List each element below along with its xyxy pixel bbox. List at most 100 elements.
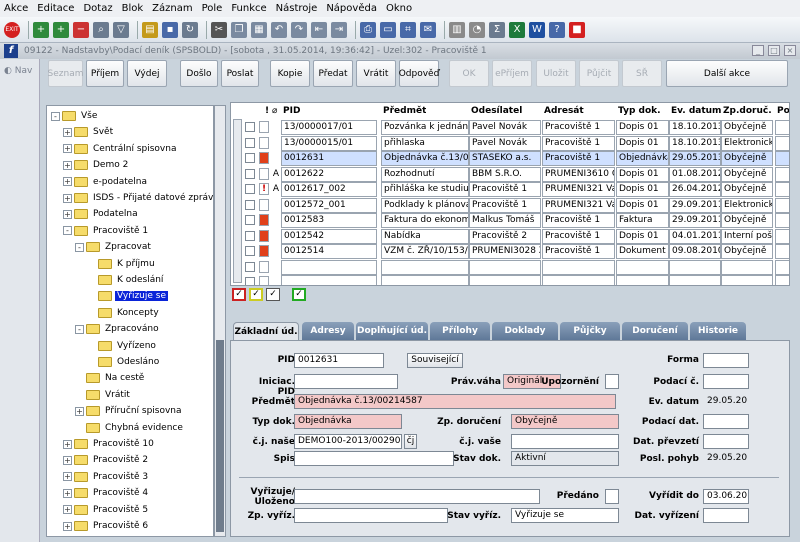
table-row[interactable]: 0012542 Nabídka Pracoviště 2 Pracoviště 1 Do… xyxy=(231,228,789,244)
tree-node[interactable]: + Pracoviště 4 xyxy=(63,485,150,501)
tree-node[interactable]: Na cestě xyxy=(75,370,146,386)
upozorneni-checkbox[interactable] xyxy=(605,374,619,389)
column-header[interactable]: ! xyxy=(263,103,269,119)
kopie-button[interactable]: Kopie xyxy=(270,60,310,87)
vyridit-do-field[interactable]: 03.06.2013 xyxy=(703,489,749,504)
new-record-icon[interactable]: + xyxy=(33,21,49,38)
table-row[interactable]: ! A 0012617_002 přihláška ke studiu Pracoviš… xyxy=(231,181,789,197)
expand-icon[interactable]: + xyxy=(75,406,84,416)
tree-node[interactable]: Koncepty xyxy=(87,305,161,321)
tree-node[interactable]: + Demo 2 xyxy=(63,157,130,173)
paste-icon[interactable]: ▦ xyxy=(251,21,267,38)
row-checkbox[interactable] xyxy=(245,215,255,225)
menu-item[interactable]: Blok xyxy=(122,3,144,14)
refresh-icon[interactable]: ↻ xyxy=(182,21,198,38)
expand-icon[interactable]: + xyxy=(63,455,72,465)
minimize-icon[interactable]: _ xyxy=(752,45,764,56)
tab[interactable]: Doručení xyxy=(622,322,688,340)
dat-prevzeti-field[interactable] xyxy=(703,434,749,449)
pujcit-button[interactable]: Půjčit xyxy=(579,60,619,87)
table-row[interactable] xyxy=(231,274,789,285)
ulozit-button[interactable]: Uložit xyxy=(536,60,576,87)
close-icon[interactable]: × xyxy=(784,45,796,56)
expand-icon[interactable]: + xyxy=(63,127,72,137)
tree-node[interactable]: + Svět xyxy=(63,124,115,140)
predano-checkbox[interactable] xyxy=(605,489,619,504)
expand-icon[interactable]: + xyxy=(63,472,72,482)
column-header[interactable]: Zp.doruč. xyxy=(721,103,772,119)
tree-node[interactable]: + Příruční spisovna xyxy=(75,403,184,419)
menu-item[interactable]: Nápověda xyxy=(326,3,377,14)
tree-node[interactable]: Vyřízeno xyxy=(87,338,158,354)
seznam-button[interactable]: Seznam xyxy=(48,60,83,87)
delete-record-icon[interactable]: − xyxy=(73,21,89,38)
column-header[interactable]: PID xyxy=(281,103,300,119)
tab[interactable]: Doklady xyxy=(492,322,558,340)
menu-item[interactable]: Záznam xyxy=(152,3,192,14)
save-icon[interactable]: ▪ xyxy=(162,21,178,38)
tree-node[interactable]: - Zpracováno xyxy=(75,321,161,337)
tab[interactable]: Historie xyxy=(690,322,746,340)
table-row[interactable]: 0012583 Faktura do ekonomickMalkus TomášP… xyxy=(231,212,789,228)
column-header[interactable]: Adresát xyxy=(542,103,584,119)
menu-item[interactable]: Nástroje xyxy=(276,3,318,14)
document-icon[interactable]: ▭ xyxy=(380,21,396,38)
predat-button[interactable]: Předat xyxy=(313,60,353,87)
menu-item[interactable]: Akce xyxy=(4,3,28,14)
folder-open-icon[interactable]: ▤ xyxy=(142,21,158,38)
forma-field[interactable] xyxy=(703,353,749,368)
menu-item[interactable]: Dotaz xyxy=(83,3,112,14)
prijem-button[interactable]: Příjem xyxy=(86,60,124,87)
table-row[interactable]: 13/0000015/01 přihlaska Pavel Novák Pracovi… xyxy=(231,135,789,151)
tree-node[interactable]: + Pracoviště 10 xyxy=(63,436,156,452)
table-row[interactable]: 0012572_001Podklady k plánováníPracovišt… xyxy=(231,197,789,213)
search-icon[interactable]: ⌕ xyxy=(93,21,109,38)
predmet-field[interactable]: Objednávka č.13/00214587 xyxy=(294,394,616,409)
expand-icon[interactable]: + xyxy=(63,488,72,498)
tree-scroll-thumb[interactable] xyxy=(216,340,224,532)
cut-icon[interactable]: ✂ xyxy=(211,21,227,38)
tree-node[interactable]: Vyřizuje se xyxy=(87,288,168,304)
expand-icon[interactable]: + xyxy=(63,521,72,531)
doslo-button[interactable]: Došlo xyxy=(180,60,218,87)
collapse-icon[interactable]: - xyxy=(63,226,72,236)
tree-node[interactable]: K příjmu xyxy=(87,256,157,272)
stop-icon[interactable]: ■ xyxy=(569,21,585,38)
tab[interactable]: Přílohy xyxy=(430,322,490,340)
row-checkbox[interactable] xyxy=(245,153,255,163)
expand-icon[interactable]: + xyxy=(63,209,72,219)
mail-icon[interactable]: ✉ xyxy=(420,21,436,38)
exit-icon[interactable]: EXIT xyxy=(4,21,20,38)
iniciac-pid-field[interactable] xyxy=(294,374,398,389)
check-green-icon[interactable]: ✓ xyxy=(292,288,306,301)
vyrizuje-field[interactable] xyxy=(294,489,540,504)
redo-icon[interactable]: ↷ xyxy=(291,21,307,38)
tree-node[interactable]: - Vše xyxy=(51,108,99,124)
first-record-icon[interactable]: ⇤ xyxy=(311,21,327,38)
report-icon[interactable]: ◔ xyxy=(469,21,485,38)
collapse-icon[interactable]: - xyxy=(75,324,84,334)
zp-doruceni-field[interactable]: Obyčejně xyxy=(511,414,619,429)
vydej-button[interactable]: Výdej xyxy=(127,60,167,87)
stav-vyriz-field[interactable]: Vyřizuje se xyxy=(511,508,619,523)
podaci-dat-field[interactable] xyxy=(703,414,749,429)
row-checkbox[interactable] xyxy=(245,230,255,241)
insert-icon[interactable]: + xyxy=(53,21,69,38)
table-row[interactable]: A 0012622 Rozhodnutí BBM S.R.O. PRUMENI3610 … xyxy=(231,166,789,182)
podaci-c-field[interactable] xyxy=(703,374,749,389)
tree-node[interactable]: + Centrální spisovna xyxy=(63,141,178,157)
tree-node[interactable]: Chybná evidence xyxy=(75,420,185,436)
tab[interactable]: Základní úd. xyxy=(233,322,299,340)
column-header[interactable]: Poc xyxy=(775,103,789,119)
tree-node[interactable]: + Pracoviště 5 xyxy=(63,502,150,518)
grid-scrollbar[interactable] xyxy=(233,119,242,283)
expand-icon[interactable]: + xyxy=(63,439,72,449)
check-white-icon[interactable]: ✓ xyxy=(266,288,280,301)
row-checkbox[interactable] xyxy=(245,137,255,148)
check-red-icon[interactable]: ✓ xyxy=(232,288,246,301)
attachment-icon[interactable]: ⌗ xyxy=(400,21,416,38)
row-checkbox[interactable] xyxy=(245,199,255,210)
nav-button[interactable]: ◐ Nav xyxy=(4,66,32,76)
tab[interactable]: Doplňující úd. xyxy=(356,322,428,340)
menu-item[interactable]: Okno xyxy=(386,3,412,14)
